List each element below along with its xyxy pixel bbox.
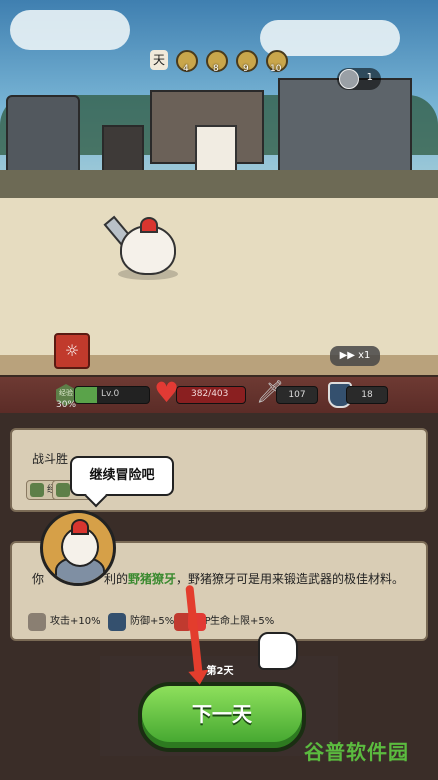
day-progress-track: 天 4 8 9 10: [150, 50, 290, 74]
story-post: ，野猪獠牙可是用来锻造武器的极佳材料。: [176, 572, 405, 586]
bonus-label: 攻击+10%: [50, 616, 101, 627]
watermark: 谷普软件园: [304, 740, 409, 764]
ruin-building: [278, 78, 412, 174]
card-title: 战斗胜: [32, 452, 69, 466]
bonus-hp: 生命上限+5%: [188, 613, 274, 631]
star-count: 1: [366, 72, 373, 83]
day-number: 9: [243, 64, 249, 74]
bonus-label: 生命上限+5%: [210, 616, 275, 627]
buff-icon[interactable]: ☼: [54, 333, 90, 369]
attack-value: 107: [276, 386, 318, 404]
level-percent: 30%: [56, 400, 77, 410]
warning-sign: [195, 125, 237, 175]
day-number: 4: [183, 64, 189, 74]
star-counter[interactable]: 1: [337, 68, 381, 90]
item-name: 野猪獠牙: [128, 572, 177, 586]
next-day-button[interactable]: 下一天: [138, 682, 306, 752]
defense-value: 18: [346, 386, 388, 404]
speed-button[interactable]: ▶▶ x1: [330, 346, 380, 366]
exp-icon: [56, 483, 70, 497]
level-bar-fill: [75, 387, 98, 403]
sword-icon: [28, 613, 46, 631]
bonus-attack: 攻击+10%: [28, 613, 101, 631]
heart-icon: ♥: [154, 376, 180, 409]
hand-pointer-icon: [258, 632, 298, 670]
hp-text: 382/403: [191, 389, 229, 399]
hp-bar: 382/403: [176, 386, 246, 404]
day-number: 8: [213, 64, 219, 74]
road: [0, 170, 438, 200]
shield-icon: [108, 613, 126, 631]
level-text: Lv.0: [101, 389, 120, 399]
cloud: [10, 10, 130, 50]
bonus-label: 防御+5%: [130, 616, 175, 627]
chicken-avatar: [40, 510, 116, 586]
day-number: 10: [270, 64, 282, 74]
speed-label: x1: [358, 350, 371, 361]
day-label: 天: [150, 50, 168, 70]
avatar-comb: [71, 519, 89, 535]
level-bar: Lv.0: [74, 386, 150, 404]
hero-chicken: [120, 217, 176, 275]
star-icon: [339, 69, 359, 89]
speech-bubble: 继续冒险吧: [70, 456, 174, 496]
story-pre: 你: [32, 572, 45, 586]
exp-icon: [30, 483, 44, 497]
bonus-defense: 防御+5%: [108, 613, 174, 631]
battle-scene: 天 4 8 9 10 1 ☼ ▶▶ x1: [0, 0, 438, 375]
